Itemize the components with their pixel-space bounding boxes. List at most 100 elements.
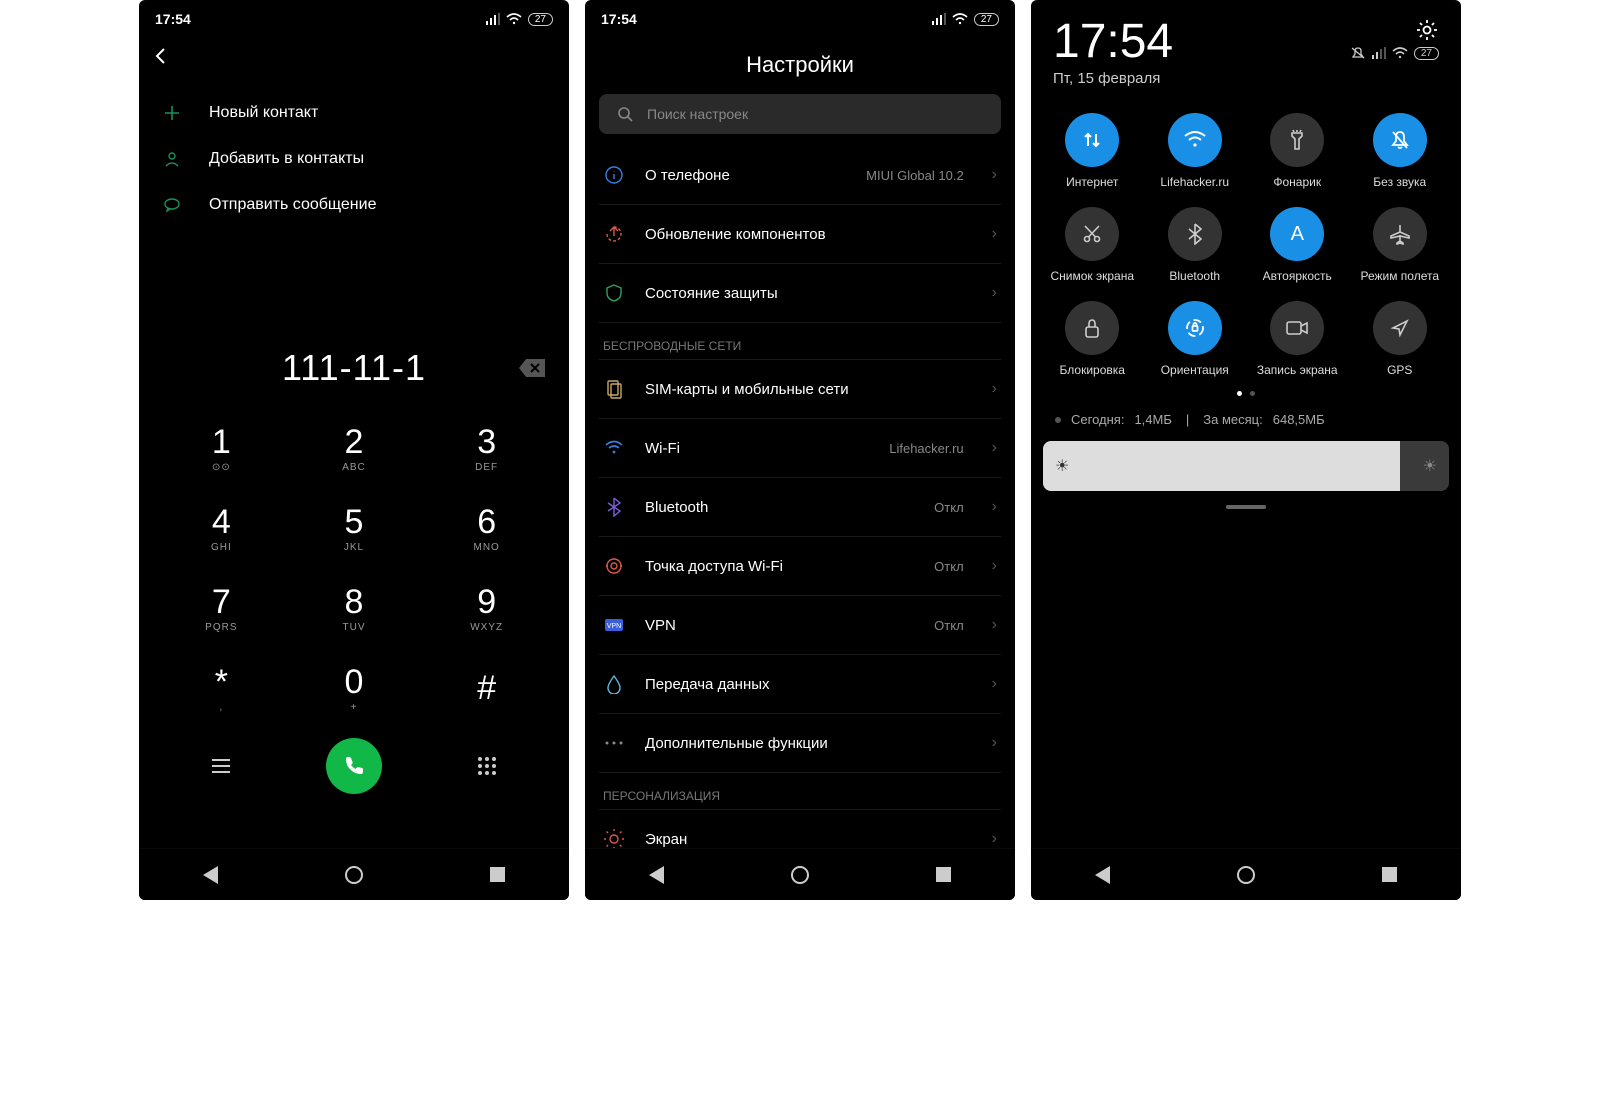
tile-screenshot[interactable]: Снимок экрана [1041, 207, 1144, 283]
shield-icon [603, 282, 625, 304]
row-about-phone[interactable]: О телефоне MIUI Global 10.2 › [599, 146, 1001, 205]
row-vpn[interactable]: VPN VPN Откл › [599, 596, 1001, 655]
settings-title: Настройки [585, 34, 1015, 88]
search-placeholder: Поиск настроек [647, 106, 748, 122]
dialpad-toggle[interactable] [420, 755, 553, 777]
bluetooth-icon [1168, 207, 1222, 261]
nav-back[interactable] [649, 866, 664, 884]
tile-mute[interactable]: Без звука [1349, 113, 1452, 189]
quick-tiles: Интернет Lifehacker.ru Фонарик Без звука… [1031, 93, 1461, 381]
wifi-icon [1392, 47, 1408, 59]
person-icon [163, 150, 187, 168]
row-security[interactable]: Состояние защиты › [599, 264, 1001, 323]
brightness-slider[interactable]: ☀ ☀ [1043, 441, 1449, 491]
tile-wifi[interactable]: Lifehacker.ru [1144, 113, 1247, 189]
row-data[interactable]: Передача данных › [599, 655, 1001, 714]
row-more[interactable]: Дополнительные функции › [599, 714, 1001, 773]
key-hash[interactable]: # [420, 652, 553, 726]
data-icon [1065, 113, 1119, 167]
shade-handle[interactable] [1226, 505, 1266, 509]
key-9[interactable]: 9WXYZ [420, 572, 553, 646]
nav-home[interactable] [345, 866, 363, 884]
send-message-button[interactable]: Отправить сообщение [151, 182, 557, 228]
key-6[interactable]: 6MNO [420, 492, 553, 566]
battery-indicator: 27 [1414, 47, 1439, 60]
airplane-icon [1373, 207, 1427, 261]
add-contact-label: Добавить в контакты [209, 150, 364, 168]
row-bluetooth[interactable]: Bluetooth Откл › [599, 478, 1001, 537]
sun-icon [603, 828, 625, 850]
key-4[interactable]: 4GHI [155, 492, 288, 566]
svg-text:VPN: VPN [607, 623, 621, 630]
plus-icon [163, 104, 187, 122]
tile-autobright[interactable]: AАвтояркость [1246, 207, 1349, 283]
tile-airplane[interactable]: Режим полета [1349, 207, 1452, 283]
key-5[interactable]: 5JKL [288, 492, 421, 566]
chevron-right-icon: › [992, 225, 997, 243]
nav-recents[interactable] [490, 867, 505, 882]
row-hotspot[interactable]: Точка доступа Wi-Fi Откл › [599, 537, 1001, 596]
brightness-low-icon: ☀ [1055, 456, 1069, 476]
dialed-number: 111-11-1 [282, 347, 426, 389]
key-1[interactable]: 1⊙⊙ [155, 412, 288, 486]
drop-icon [603, 673, 625, 695]
tile-orientation[interactable]: Ориентация [1144, 301, 1247, 377]
row-update[interactable]: Обновление компонентов › [599, 205, 1001, 264]
call-button[interactable] [326, 738, 382, 794]
key-8[interactable]: 8TUV [288, 572, 421, 646]
shade-date: Пт, 15 февраля [1053, 70, 1173, 87]
new-contact-button[interactable]: Новый контакт [151, 90, 557, 136]
chevron-right-icon: › [992, 498, 997, 516]
status-bar: 17:54 27 [139, 0, 569, 34]
nav-back[interactable] [1095, 866, 1110, 884]
lock-icon [1065, 301, 1119, 355]
signal-icon [486, 13, 500, 25]
row-wifi[interactable]: Wi-Fi Lifehacker.ru › [599, 419, 1001, 478]
nav-back[interactable] [203, 866, 218, 884]
info-icon [603, 164, 625, 186]
settings-gear-icon[interactable] [1415, 18, 1439, 42]
nav-recents[interactable] [936, 867, 951, 882]
chevron-right-icon: › [992, 830, 997, 848]
nav-arrow-icon [1373, 301, 1427, 355]
update-icon [603, 223, 625, 245]
shade-time: 17:54 [1053, 18, 1173, 66]
tile-gps[interactable]: GPS [1349, 301, 1452, 377]
menu-button[interactable] [155, 758, 288, 774]
search-icon [617, 106, 633, 122]
key-0[interactable]: 0+ [288, 652, 421, 726]
tile-screenrec[interactable]: Запись экрана [1246, 301, 1349, 377]
nav-bar [585, 848, 1015, 900]
row-sim[interactable]: SIM-карты и мобильные сети › [599, 360, 1001, 419]
tile-flashlight[interactable]: Фонарик [1246, 113, 1349, 189]
key-star[interactable]: *, [155, 652, 288, 726]
scissors-icon [1065, 207, 1119, 261]
nav-home[interactable] [791, 866, 809, 884]
key-7[interactable]: 7PQRS [155, 572, 288, 646]
brightness-high-icon: ☀ [1423, 456, 1437, 476]
nav-home[interactable] [1237, 866, 1255, 884]
chevron-right-icon: › [992, 557, 997, 575]
key-2[interactable]: 2ABC [288, 412, 421, 486]
nav-recents[interactable] [1382, 867, 1397, 882]
bell-off-icon [1373, 113, 1427, 167]
chevron-right-icon: › [992, 675, 997, 693]
data-usage: Сегодня: 1,4МБ | За месяц: 648,5МБ [1031, 406, 1461, 441]
key-3[interactable]: 3DEF [420, 412, 553, 486]
backspace-button[interactable] [519, 359, 545, 377]
nav-bar [139, 848, 569, 900]
section-personalization: ПЕРСОНАЛИЗАЦИЯ [599, 773, 1001, 810]
back-button[interactable] [139, 34, 569, 66]
battery-indicator: 27 [528, 13, 553, 26]
tile-bluetooth[interactable]: Bluetooth [1144, 207, 1247, 283]
add-contact-button[interactable]: Добавить в контакты [151, 136, 557, 182]
chevron-right-icon: › [992, 439, 997, 457]
sim-icon [603, 378, 625, 400]
status-time: 17:54 [155, 11, 191, 27]
tile-internet[interactable]: Интернет [1041, 113, 1144, 189]
status-time: 17:54 [601, 11, 637, 27]
settings-search[interactable]: Поиск настроек [599, 94, 1001, 134]
tile-lock[interactable]: Блокировка [1041, 301, 1144, 377]
send-message-label: Отправить сообщение [209, 196, 376, 214]
wifi-icon [1168, 113, 1222, 167]
